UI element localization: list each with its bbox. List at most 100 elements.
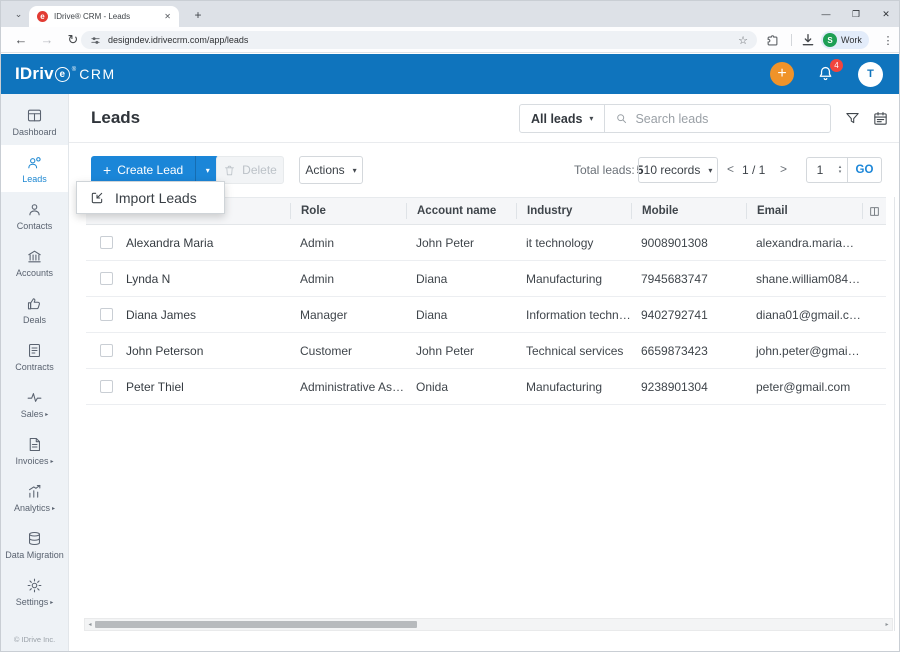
sidebar-nav: Dashboard Leads Contacts Accounts Deals …: [1, 94, 68, 615]
cell-industry: Information technol...: [526, 307, 631, 322]
create-lead-split-button: + Create Lead ▾: [91, 156, 220, 184]
maximize-button[interactable]: ❐: [841, 1, 871, 27]
tab-close-icon[interactable]: ✕: [164, 12, 171, 21]
header-email[interactable]: Email: [746, 203, 862, 219]
row-checkbox[interactable]: [99, 380, 113, 393]
header-role[interactable]: Role: [290, 203, 406, 219]
browser-menu-icon[interactable]: ⋮: [879, 31, 897, 49]
table-row[interactable]: John Peterson Customer John Peter Techni…: [86, 333, 886, 369]
cell-mobile: 9008901308: [641, 235, 708, 250]
table-row[interactable]: Diana James Manager Diana Information te…: [86, 297, 886, 333]
records-per-page-dropdown[interactable]: 10 records ▾: [638, 157, 718, 183]
filter-button[interactable]: [844, 110, 861, 127]
cell-mobile: 9402792741: [641, 307, 708, 322]
delete-button[interactable]: Delete: [216, 156, 284, 184]
quick-add-button[interactable]: +: [770, 62, 794, 86]
back-button[interactable]: ←: [9, 27, 33, 52]
table-row[interactable]: Peter Thiel Administrative Assist... Oni…: [86, 369, 886, 405]
total-leads: Total leads: 5: [574, 163, 644, 177]
search-input[interactable]: Search leads: [605, 112, 830, 126]
column-chooser-button[interactable]: [862, 203, 886, 219]
tab-strip: ⌄ e IDrive® CRM - Leads ✕ + — ❐ ✕: [1, 1, 899, 27]
notifications-button[interactable]: 4: [816, 59, 843, 84]
new-tab-button[interactable]: +: [189, 6, 207, 23]
minimize-button[interactable]: —: [811, 1, 841, 27]
cell-email: john.peter@gmail.co...: [756, 343, 862, 358]
tab-search-icon[interactable]: ⌄: [9, 6, 28, 23]
trash-icon: [225, 165, 235, 175]
submenu-arrow-icon: ▸: [52, 505, 56, 512]
sidebar-item-contracts[interactable]: Contracts: [1, 333, 68, 380]
row-checkbox[interactable]: [99, 236, 113, 249]
profile-avatar: S: [823, 33, 837, 47]
sidebar-item-data-migration[interactable]: Data Migration: [1, 521, 68, 568]
cell-industry: Manufacturing: [526, 271, 603, 286]
prev-page-button[interactable]: <: [727, 162, 734, 176]
sidebar-item-icon: [26, 577, 43, 594]
sidebar: Dashboard Leads Contacts Accounts Deals …: [1, 94, 69, 651]
cell-account: Onida: [416, 379, 449, 394]
sidebar-item-icon: [26, 107, 43, 124]
sidebar-item-dashboard[interactable]: Dashboard: [1, 98, 68, 145]
address-bar[interactable]: designdev.idrivecrm.com/app/leads ☆: [81, 31, 757, 49]
horizontal-scrollbar[interactable]: ◂ ▸: [84, 618, 893, 631]
actions-dropdown[interactable]: Actions ▾: [299, 156, 363, 184]
header-mobile[interactable]: Mobile: [631, 203, 746, 219]
cell-name: Lynda N: [126, 271, 171, 286]
go-button[interactable]: GO: [847, 158, 881, 182]
sidebar-item-icon: [26, 483, 43, 500]
step-down-icon[interactable]: ▾: [839, 170, 842, 175]
browser-tab[interactable]: e IDrive® CRM - Leads ✕: [29, 6, 179, 27]
row-checkbox[interactable]: [99, 272, 113, 285]
site-settings-icon[interactable]: [90, 35, 101, 46]
sidebar-item-accounts[interactable]: Accounts: [1, 239, 68, 286]
sidebar-item-icon: [26, 201, 43, 218]
cell-name: Peter Thiel: [126, 379, 184, 394]
sidebar-item-sales[interactable]: Sales ▸: [1, 380, 68, 427]
sidebar-item-icon: [26, 248, 43, 265]
sidebar-item-analytics[interactable]: Analytics ▸: [1, 474, 68, 521]
row-checkbox-cell: [86, 380, 126, 393]
extensions-icon[interactable]: [765, 33, 780, 48]
search-placeholder: Search leads: [635, 111, 709, 126]
page-number-input[interactable]: 1: [807, 158, 833, 182]
user-avatar[interactable]: T: [858, 61, 883, 87]
import-icon: [91, 192, 103, 203]
next-page-button[interactable]: >: [780, 162, 787, 176]
view-filter-dropdown[interactable]: All leads ▾: [520, 105, 606, 132]
create-lead-button[interactable]: + Create Lead: [91, 156, 196, 184]
page-stepper[interactable]: ▴ ▾: [833, 158, 847, 182]
app-logo[interactable]: IDriv e ® CRM: [15, 64, 116, 84]
row-checkbox-cell: [86, 236, 126, 249]
cell-name: Alexandra Maria: [126, 235, 214, 250]
window-close-button[interactable]: ✕: [871, 1, 899, 27]
cell-role: Manager: [300, 307, 348, 322]
main-content: Leads All leads ▾ Search leads + Create …: [69, 94, 899, 651]
row-checkbox[interactable]: [99, 308, 113, 321]
scroll-left-icon[interactable]: ◂: [85, 619, 95, 630]
chevron-down-icon: ▾: [589, 114, 594, 123]
sidebar-item-invoices[interactable]: Invoices ▸: [1, 427, 68, 474]
bookmark-star-icon[interactable]: ☆: [738, 34, 748, 47]
table-row[interactable]: Lynda N Admin Diana Manufacturing 794568…: [86, 261, 886, 297]
scrollbar-thumb[interactable]: [95, 621, 417, 628]
sidebar-item-settings[interactable]: Settings ▸: [1, 568, 68, 615]
scroll-right-icon[interactable]: ▸: [882, 619, 892, 630]
app-header: IDriv e ® CRM + 4 T: [1, 54, 899, 94]
cell-role: Admin: [300, 271, 335, 286]
forward-button: →: [40, 32, 54, 47]
table-row[interactable]: Alexandra Maria Admin John Peter it tech…: [86, 225, 886, 261]
header-industry[interactable]: Industry: [516, 203, 631, 219]
header-account-name[interactable]: Account name: [406, 203, 516, 219]
import-leads-menu-item[interactable]: Import Leads: [115, 190, 197, 206]
sidebar-item-deals[interactable]: Deals: [1, 286, 68, 333]
actions-toolbar: + Create Lead ▾ Delete Actions ▾ Total l…: [69, 156, 899, 184]
calendar-button[interactable]: [872, 110, 889, 127]
favicon-icon: e: [37, 11, 48, 22]
profile-chip[interactable]: S Work: [821, 31, 869, 49]
sidebar-item-contacts[interactable]: Contacts: [1, 192, 68, 239]
sidebar-item-leads[interactable]: Leads: [1, 145, 68, 192]
downloads-icon[interactable]: [800, 32, 816, 48]
row-checkbox[interactable]: [99, 344, 113, 357]
cell-account: Diana: [416, 307, 448, 322]
